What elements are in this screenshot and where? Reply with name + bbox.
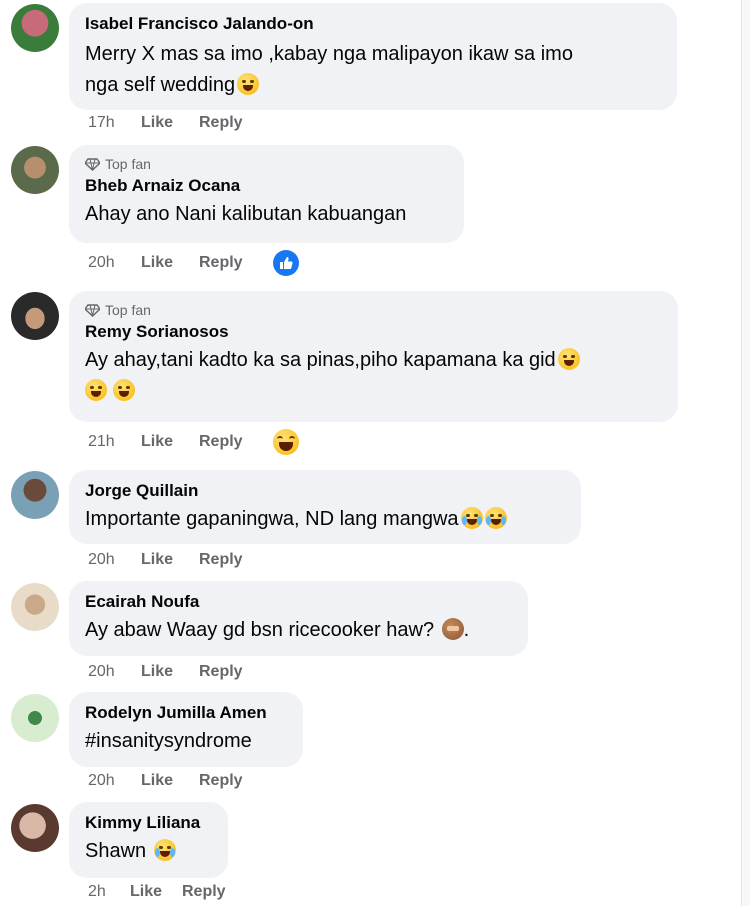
comment-time[interactable]: 17h [88, 114, 141, 132]
yawning-face-icon [237, 73, 260, 95]
comment-text: Ahay ano Nani kalibutan kabuangan [85, 203, 407, 225]
comment-bubble: Isabel Francisco Jalando-on Merry X mas … [69, 3, 677, 110]
comment-text-line: Shawn [85, 840, 147, 862]
comment-actions: 21h Like Reply [88, 430, 243, 454]
comment-actions: 20h Like Reply [88, 251, 243, 275]
comment-text: Importante gapaningwa, ND lang mangwa [85, 504, 565, 535]
comment-text: Ay ahay,tani kadto ka sa pinas,piho kapa… [85, 345, 662, 407]
diamond-icon [85, 303, 100, 317]
avatar[interactable] [11, 292, 59, 340]
comment-time[interactable]: 20h [88, 551, 141, 569]
top-fan-badge: Top fan [85, 155, 448, 173]
avatar[interactable] [11, 804, 59, 852]
grinning-face-icon [557, 348, 580, 370]
commenter-name[interactable]: Isabel Francisco Jalando-on [85, 13, 661, 35]
comment-time[interactable]: 21h [88, 433, 141, 451]
reply-button[interactable]: Reply [199, 663, 243, 681]
comment-text: Shawn [85, 836, 212, 867]
comment-text-suffix: . [463, 619, 470, 641]
comment-text: Merry X mas sa imo ,kabay nga malipayon … [85, 39, 661, 101]
comment-text-line: Ay ahay,tani kadto ka sa pinas,piho kapa… [85, 349, 556, 371]
comment-bubble: Rodelyn Jumilla Amen #insanitysyndrome [69, 692, 303, 767]
top-fan-label: Top fan [105, 156, 151, 172]
reply-button[interactable]: Reply [199, 114, 243, 132]
commenter-name[interactable]: Remy Sorianosos [85, 321, 662, 343]
like-button[interactable]: Like [141, 433, 199, 451]
comment-bubble: Ecairah Noufa Ay abaw Waay gd bsn riceco… [69, 581, 528, 656]
comment-bubble: Kimmy Liliana Shawn [69, 802, 228, 878]
like-button[interactable]: Like [141, 114, 199, 132]
comment-actions: 2h Like Reply [88, 880, 226, 904]
reply-button[interactable]: Reply [182, 883, 226, 901]
avatar[interactable] [11, 146, 59, 194]
top-fan-badge: Top fan [85, 301, 662, 319]
thumbs-up-icon[interactable] [273, 250, 299, 276]
loudly-crying-face-icon [484, 507, 507, 529]
top-fan-label: Top fan [105, 302, 151, 318]
diamond-icon [85, 157, 100, 171]
commenter-name[interactable]: Bheb Arnaiz Ocana [85, 175, 448, 197]
loudly-crying-face-icon [460, 507, 483, 529]
grinning-face-icon [113, 379, 135, 401]
see-no-evil-monkey-icon [441, 618, 464, 640]
like-button[interactable]: Like [130, 883, 182, 901]
comment-text-line: Importante gapaningwa, ND lang mangwa [85, 508, 459, 530]
like-button[interactable]: Like [141, 254, 199, 272]
avatar[interactable] [11, 694, 59, 742]
commenter-name[interactable]: Jorge Quillain [85, 480, 565, 502]
comment-actions: 20h Like Reply [88, 769, 243, 793]
comment-text: #insanitysyndrome [85, 730, 252, 752]
comment-time[interactable]: 2h [88, 883, 130, 901]
like-button[interactable]: Like [141, 772, 199, 790]
comment-actions: 20h Like Reply [88, 548, 243, 572]
loudly-crying-face-icon [153, 839, 176, 861]
comment-text-line: Merry X mas sa imo ,kabay nga malipayon … [85, 43, 573, 65]
comment-bubble: Jorge Quillain Importante gapaningwa, ND… [69, 470, 581, 544]
reply-button[interactable]: Reply [199, 772, 243, 790]
commenter-name[interactable]: Ecairah Noufa [85, 591, 512, 613]
comment-time[interactable]: 20h [88, 772, 141, 790]
comment-bubble: Top fan Bheb Arnaiz Ocana Ahay ano Nani … [69, 145, 464, 243]
like-button[interactable]: Like [141, 663, 199, 681]
scrollbar[interactable] [741, 0, 750, 906]
avatar[interactable] [11, 4, 59, 52]
comment-text-line: Ay abaw Waay gd bsn ricecooker haw? [85, 619, 435, 641]
like-button[interactable]: Like [141, 551, 199, 569]
comment-actions: 20h Like Reply [88, 660, 243, 684]
comment-text-line: nga self wedding [85, 74, 236, 96]
comment-bubble: Top fan Remy Sorianosos Ay ahay,tani kad… [69, 291, 678, 422]
comment-time[interactable]: 20h [88, 663, 141, 681]
commenter-name[interactable]: Rodelyn Jumilla Amen [85, 702, 287, 724]
comment-text: Ay abaw Waay gd bsn ricecooker haw? . [85, 615, 512, 646]
comment-actions: 17h Like Reply [88, 111, 243, 135]
avatar[interactable] [11, 471, 59, 519]
grinning-face-icon [85, 379, 107, 401]
reply-button[interactable]: Reply [199, 254, 243, 272]
comment-time[interactable]: 20h [88, 254, 141, 272]
commenter-name[interactable]: Kimmy Liliana [85, 812, 212, 834]
laughing-face-icon[interactable] [273, 429, 299, 455]
avatar[interactable] [11, 583, 59, 631]
reply-button[interactable]: Reply [199, 433, 243, 451]
reply-button[interactable]: Reply [199, 551, 243, 569]
